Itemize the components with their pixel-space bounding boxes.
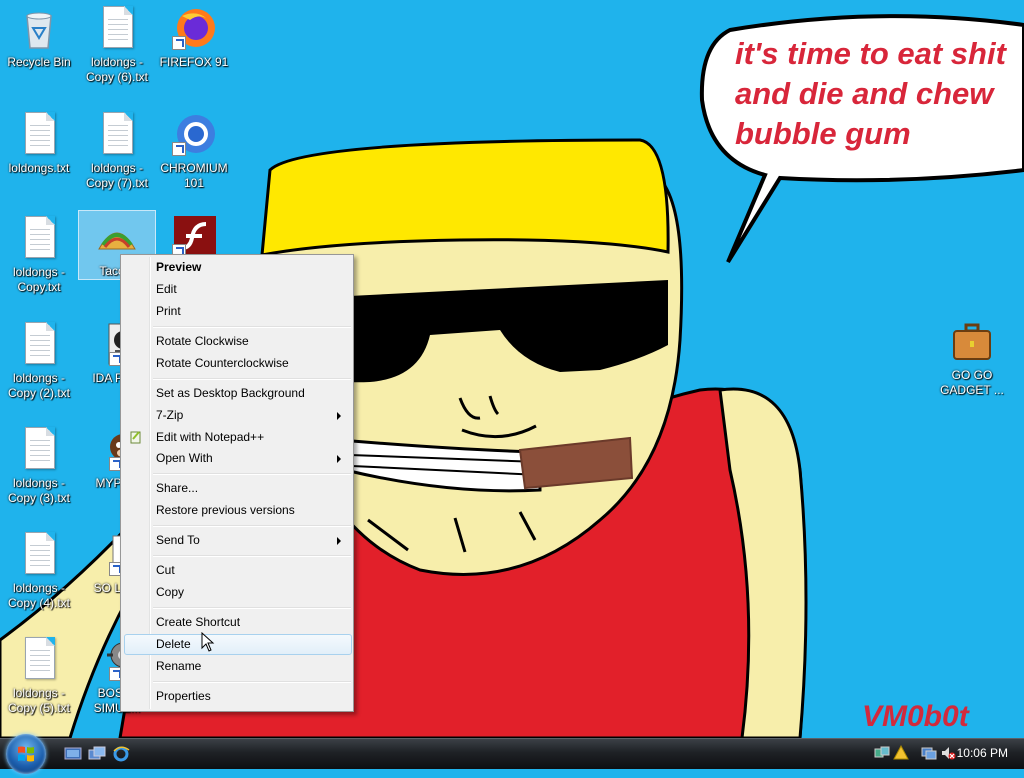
text-file-icon: [17, 532, 61, 576]
menu-item-7zip[interactable]: 7-Zip: [124, 405, 350, 426]
icon-label: loldongs - Copy (5).txt: [7, 686, 70, 715]
menu-item-copy[interactable]: Copy: [124, 582, 350, 603]
desktop-icon-go-go-gadget[interactable]: GO GO GADGET ...: [934, 315, 1010, 398]
wallpaper-signature: VM0b0t: [862, 700, 969, 733]
text-file-icon: [17, 637, 61, 681]
tray-warning-icon[interactable]: [893, 745, 909, 761]
taskbar-clock[interactable]: 10:06 PM: [957, 746, 1008, 760]
menu-separator: [153, 525, 351, 527]
submenu-arrow-icon: [337, 412, 341, 420]
speech-line-3: bubble gum: [735, 116, 911, 151]
chromium-icon: [172, 112, 216, 156]
menu-separator: [153, 378, 351, 380]
menu-item-rotate-clockwise[interactable]: Rotate Clockwise: [124, 331, 350, 352]
desktop-icon-loldongs-copy-5[interactable]: loldongs - Copy (5).txt: [1, 633, 77, 716]
menu-item-preview[interactable]: Preview: [124, 257, 350, 278]
tray-display-icon[interactable]: [921, 745, 937, 761]
desktop-icon-loldongs-copy[interactable]: loldongs - Copy.txt: [1, 212, 77, 295]
menu-separator: [153, 326, 351, 328]
menu-separator: [153, 681, 351, 683]
menu-item-open-with[interactable]: Open With: [124, 448, 350, 469]
menu-item-set-desktop-background[interactable]: Set as Desktop Background: [124, 383, 350, 404]
speech-line-1: it's time to eat shit: [735, 36, 1006, 71]
firefox-icon: [172, 6, 216, 50]
icon-label: loldongs - Copy (3).txt: [7, 476, 70, 505]
text-file-icon: [95, 6, 139, 50]
menu-separator: [153, 473, 351, 475]
icon-label: GO GO GADGET ...: [940, 368, 1004, 397]
desktop-icon-loldongs-copy-6[interactable]: loldongs - Copy (6).txt: [79, 2, 155, 85]
switch-windows-icon[interactable]: [88, 746, 106, 762]
icon-label: loldongs - Copy (7).txt: [85, 161, 148, 190]
icon-label: CHROMIUM 101: [160, 161, 228, 190]
menu-separator: [153, 555, 351, 557]
icon-label: FIREFOX 91: [159, 55, 229, 69]
text-file-icon: [95, 112, 139, 156]
text-file-icon: [17, 216, 61, 260]
menu-item-restore-previous-versions[interactable]: Restore previous versions: [124, 500, 350, 521]
desktop-icon-flash[interactable]: [156, 210, 232, 258]
menu-item-delete[interactable]: Delete: [124, 634, 352, 655]
taco-image-icon: [95, 215, 139, 259]
text-file-icon: [17, 112, 61, 156]
submenu-arrow-icon: [337, 455, 341, 463]
menu-item-properties[interactable]: Properties: [124, 686, 350, 707]
menu-item-print[interactable]: Print: [124, 301, 350, 322]
tray-volume-muted-icon[interactable]: [940, 745, 956, 761]
icon-label: loldongs - Copy (6).txt: [85, 55, 148, 84]
briefcase-icon: [950, 319, 994, 363]
text-file-icon: [17, 322, 61, 366]
desktop-icon-chromium[interactable]: CHROMIUM 101: [156, 108, 232, 191]
menu-separator: [153, 607, 351, 609]
notepad-plus-plus-icon: [130, 431, 141, 444]
desktop-icon-loldongs-copy-4[interactable]: loldongs - Copy (4).txt: [1, 528, 77, 611]
menu-item-create-shortcut[interactable]: Create Shortcut: [124, 612, 350, 633]
internet-explorer-icon[interactable]: [112, 746, 130, 762]
flash-player-icon: [172, 214, 218, 258]
speech-line-2: and die and chew: [735, 76, 994, 111]
desktop-icon-recycle-bin[interactable]: Recycle Bin: [1, 2, 77, 70]
menu-item-rotate-counterclockwise[interactable]: Rotate Counterclockwise: [124, 353, 350, 374]
windows-logo-icon: [18, 746, 34, 762]
icon-label: loldongs.txt: [8, 161, 70, 175]
icon-label: loldongs - Copy (4).txt: [7, 581, 70, 610]
desktop-icon-loldongs-copy-3[interactable]: loldongs - Copy (3).txt: [1, 423, 77, 506]
desktop[interactable]: it's time to eat shit and die and chew b…: [0, 0, 1024, 738]
menu-item-rename[interactable]: Rename: [124, 656, 350, 677]
tray-network-icon[interactable]: [874, 745, 890, 761]
desktop-icon-firefox[interactable]: FIREFOX 91: [156, 2, 232, 70]
desktop-icon-loldongs-txt[interactable]: loldongs.txt: [1, 108, 77, 176]
menu-item-cut[interactable]: Cut: [124, 560, 350, 581]
submenu-arrow-icon: [337, 537, 341, 545]
icon-label: loldongs - Copy.txt: [12, 265, 66, 294]
desktop-icon-loldongs-copy-2[interactable]: loldongs - Copy (2).txt: [1, 318, 77, 401]
mouse-cursor-icon: [201, 632, 215, 652]
menu-item-edit[interactable]: Edit: [124, 279, 350, 300]
menu-item-share[interactable]: Share...: [124, 478, 350, 499]
context-menu[interactable]: Preview Edit Print Rotate Clockwise Rota…: [120, 254, 354, 712]
icon-label: Recycle Bin: [7, 55, 71, 69]
icon-label: loldongs - Copy (2).txt: [7, 371, 70, 400]
menu-item-send-to[interactable]: Send To: [124, 530, 350, 551]
recycle-bin-icon: [17, 6, 61, 50]
menu-item-edit-with-notepad[interactable]: Edit with Notepad++: [124, 427, 350, 448]
start-button[interactable]: [6, 734, 46, 774]
desktop-icon-loldongs-copy-7[interactable]: loldongs - Copy (7).txt: [79, 108, 155, 191]
text-file-icon: [17, 427, 61, 471]
taskbar: 10:06 PM: [0, 734, 1024, 774]
show-desktop-icon[interactable]: [64, 746, 82, 762]
